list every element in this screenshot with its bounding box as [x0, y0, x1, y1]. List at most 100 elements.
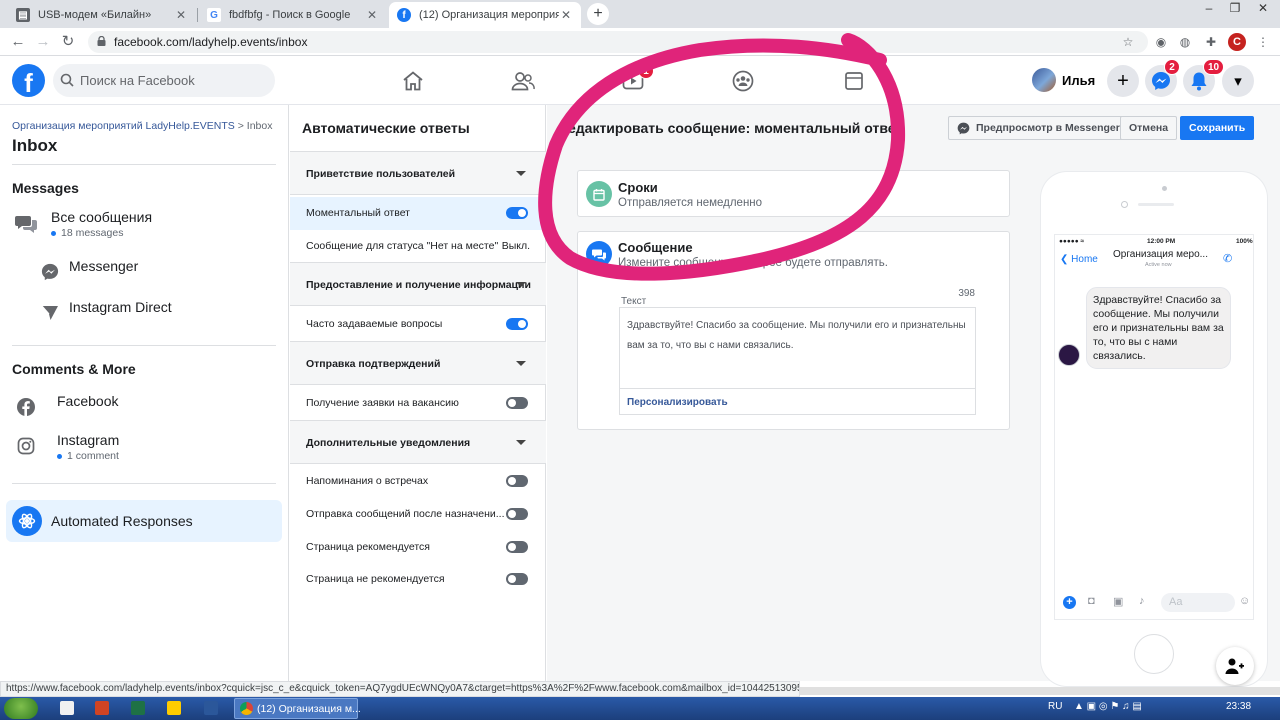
chrome-icon	[240, 702, 253, 715]
row-appointment-reminders[interactable]: Напоминания о встречах	[290, 465, 546, 498]
section-info[interactable]: Предоставление и получение информации	[290, 262, 546, 306]
word-icon[interactable]	[204, 701, 218, 715]
section-additional-notifications[interactable]: Дополнительные уведомления	[290, 420, 546, 464]
notifications-badge: 10	[1203, 59, 1225, 75]
status-off-label: Выкл.	[501, 240, 530, 252]
toggle-switch[interactable]	[506, 508, 528, 520]
facebook-logo[interactable]: f	[12, 64, 45, 98]
phone-screen: ●●●●● ≈ 12:00 PM 100% ❮ Home Организация…	[1054, 234, 1254, 620]
user-profile-chip[interactable]: Илья	[1032, 66, 1095, 94]
address-bar[interactable]: facebook.com/ladyhelp.events/inbox	[88, 31, 1148, 53]
row-away-message[interactable]: Сообщение для статуса "Нет на месте" Вык…	[290, 230, 546, 263]
tray-icons[interactable]: ▲ ▣ ◎ ⚑ ♫ ▤	[1074, 701, 1142, 712]
puzzle-icon[interactable]: ✚	[1202, 33, 1220, 51]
chevron-down-icon	[516, 282, 526, 287]
row-page-not-recommended[interactable]: Страница не рекомендуется	[290, 563, 546, 596]
pages-icon[interactable]	[841, 68, 867, 94]
message-textarea[interactable]: Здравствуйте! Спасибо за сообщение. Мы п…	[619, 307, 976, 415]
close-window-button[interactable]: ✕	[1248, 0, 1278, 18]
bookmark-star-icon[interactable]: ☆	[1119, 33, 1137, 51]
minimize-button[interactable]: –	[1196, 0, 1222, 18]
excel-icon[interactable]	[131, 701, 145, 715]
preview-in-messenger-button[interactable]: Предпросмотр в Messenger	[948, 116, 1129, 140]
menu-dots-icon[interactable]: ⋮	[1254, 33, 1272, 51]
toggle-switch[interactable]	[506, 318, 528, 330]
timing-card[interactable]: Сроки Отправляется немедленно	[577, 170, 1010, 217]
toggle-switch[interactable]	[506, 397, 528, 409]
close-tab-icon[interactable]: ✕	[559, 8, 573, 22]
message-count: 18 messages	[61, 227, 124, 239]
profile-avatar[interactable]: C	[1228, 33, 1246, 51]
sidebar-item-instagram-direct[interactable]: Instagram Direct	[36, 295, 276, 333]
save-button[interactable]: Сохранить	[1180, 116, 1255, 140]
globe-icon[interactable]: ◍	[1176, 33, 1194, 51]
divider	[12, 345, 276, 346]
row-job-application[interactable]: Получение заявки на вакансию	[290, 387, 546, 420]
chevron-down-icon	[516, 440, 526, 445]
phone-call-icon: ✆	[1223, 253, 1233, 265]
reload-icon[interactable]: ↻	[58, 32, 78, 52]
account-menu-button[interactable]: ▾	[1222, 65, 1254, 97]
close-tab-icon[interactable]: ✕	[174, 8, 188, 22]
toggle-switch[interactable]	[506, 541, 528, 553]
row-page-recommended[interactable]: Страница рекомендуется	[290, 531, 546, 564]
tab-separator	[197, 8, 198, 22]
browser-tab-facebook[interactable]: f (12) Организация мероприятий ✕	[389, 2, 581, 28]
sidebar-item-instagram[interactable]: Instagram 1 comment	[12, 428, 276, 468]
toggle-switch[interactable]	[506, 573, 528, 585]
friends-icon[interactable]	[510, 68, 536, 94]
watch-badge: 1	[638, 63, 654, 79]
phone-preview: ●●●●● ≈ 12:00 PM 100% ❮ Home Организация…	[1041, 172, 1267, 686]
forward-arrow-icon[interactable]: →	[33, 32, 53, 52]
row-instant-reply[interactable]: Моментальный ответ	[290, 197, 546, 230]
search-icon	[60, 73, 74, 87]
taskbar-chrome-item[interactable]: (12) Организация м...	[234, 698, 361, 719]
browser-tab-google[interactable]: G fbdfbfg - Поиск в Google ✕	[199, 2, 387, 28]
active-status: Active now	[1145, 262, 1172, 268]
section-greeting[interactable]: Приветствие пользователей	[290, 151, 546, 195]
groups-icon[interactable]	[730, 68, 756, 94]
breadcrumb-page-link[interactable]: Организация мероприятий LadyHelp.EVENTS	[12, 120, 235, 132]
new-tab-button[interactable]: +	[587, 3, 609, 25]
message-subtitle: Измените сообщение, которое будете отпра…	[618, 257, 888, 269]
browser-toolbar: ← → ↻ facebook.com/ladyhelp.events/inbox…	[0, 28, 1280, 56]
plus-icon: +	[1063, 596, 1076, 609]
sidebar-item-all-messages[interactable]: Все сообщения 18 messages	[12, 205, 276, 245]
language-indicator[interactable]: RU	[1048, 701, 1062, 712]
create-button[interactable]: +	[1107, 65, 1139, 97]
sidebar-item-facebook[interactable]: Facebook	[12, 389, 276, 427]
timing-title: Сроки	[618, 180, 658, 195]
toggle-switch[interactable]	[506, 207, 528, 219]
home-icon[interactable]	[400, 68, 426, 94]
sidebar-item-automated-responses[interactable]: Automated Responses	[6, 500, 282, 542]
facebook-search-input[interactable]: Поиск на Facebook	[53, 64, 275, 97]
toggle-switch[interactable]	[506, 475, 528, 487]
yandex-icon[interactable]	[167, 701, 181, 715]
personalize-link[interactable]: Персонализировать	[627, 397, 728, 408]
messenger-icon	[957, 122, 970, 134]
breadcrumb-current: Inbox	[246, 120, 273, 132]
horizontal-scrollbar[interactable]	[800, 687, 1280, 695]
back-arrow-icon[interactable]: ←	[8, 32, 28, 52]
help-button[interactable]	[1216, 647, 1254, 685]
row-followup-messages[interactable]: Отправка сообщений после назначени...	[290, 498, 546, 531]
cancel-button[interactable]: Отмена	[1120, 116, 1178, 140]
start-button[interactable]	[4, 698, 38, 719]
explorer-icon[interactable]	[60, 701, 74, 715]
section-title: Автоматические ответы	[302, 120, 470, 136]
browser-tab-beeline[interactable]: ▤ USB-модем «Билайн» ✕	[8, 2, 196, 28]
editor-title: Редактировать сообщение: моментальный от…	[559, 120, 903, 136]
close-tab-icon[interactable]: ✕	[365, 8, 379, 22]
restore-button[interactable]: ❐	[1222, 0, 1248, 18]
calendar-icon	[586, 181, 612, 207]
phone-camera	[1162, 186, 1167, 191]
powerpoint-icon[interactable]	[95, 701, 109, 715]
message-input: Aa	[1161, 593, 1235, 612]
phone-sensor	[1121, 201, 1128, 208]
extension-icon[interactable]: ◉	[1152, 33, 1170, 51]
sidebar-item-messenger[interactable]: Messenger	[36, 254, 276, 292]
row-faq[interactable]: Часто задаваемые вопросы	[290, 308, 546, 341]
section-confirmations[interactable]: Отправка подтверждений	[290, 341, 546, 385]
phone-speaker	[1138, 203, 1174, 206]
chat-bubbles-icon	[586, 241, 612, 267]
